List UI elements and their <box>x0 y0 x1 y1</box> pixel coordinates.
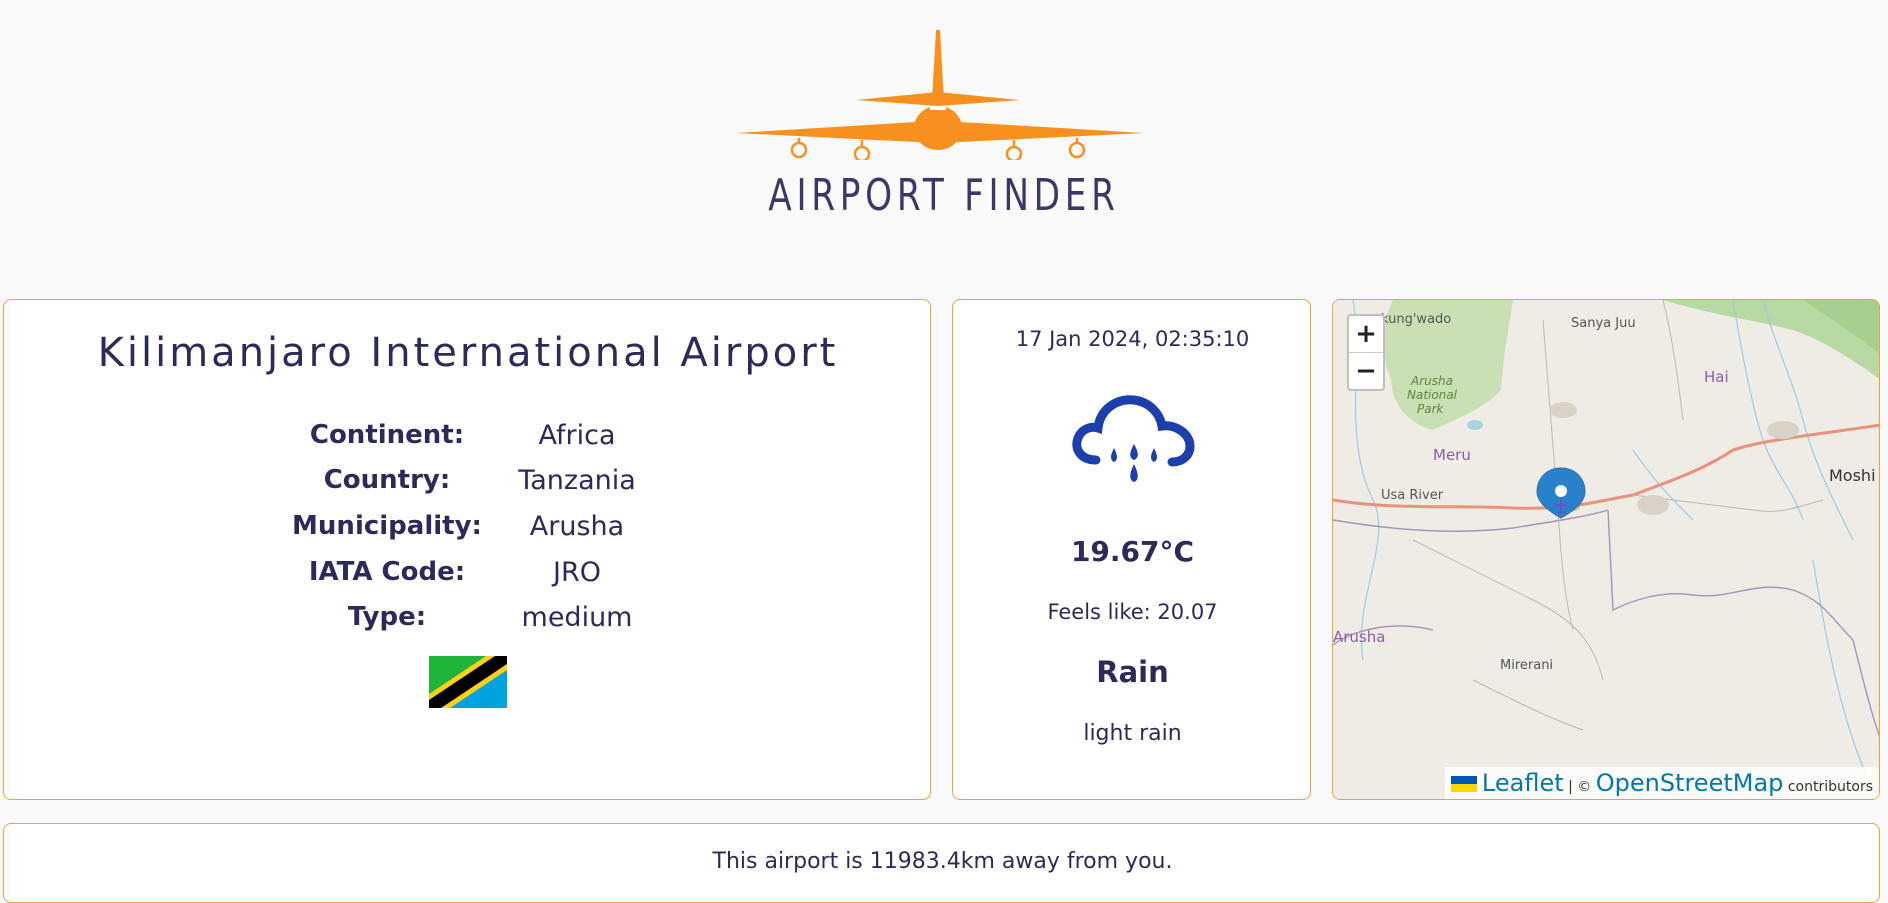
weather-temperature: 19.67°C <box>1070 535 1195 568</box>
map-card[interactable]: kung'wado Sanya Juu Arusha National Park… <box>1332 299 1880 800</box>
map-label-meru: Meru <box>1433 446 1471 464</box>
rain-cloud-icon <box>1072 395 1195 482</box>
distance-card: This airport is 11983.4km away from you. <box>3 823 1880 903</box>
weather-condition: Rain <box>1096 655 1169 689</box>
weather-card: 17 Jan 2024, 02:35:10 19.67°C Feels like… <box>952 299 1311 800</box>
ukraine-flag-icon <box>1451 776 1478 792</box>
iata-value: JRO <box>553 557 601 588</box>
leaflet-link[interactable]: Leaflet <box>1482 769 1564 797</box>
info-row-continent: Continent: Africa <box>4 420 932 460</box>
weather-feels-like: Feels like: 20.07 <box>1047 600 1218 624</box>
map-label-usa-river: Usa River <box>1381 488 1444 503</box>
tanzania-flag-icon <box>429 656 507 708</box>
logo-title: AIRPORT FINDER <box>768 170 1120 221</box>
continent-value: Africa <box>538 420 616 451</box>
distance-text: This airport is 11983.4km away from you. <box>712 849 1173 874</box>
zoom-control: + − <box>1347 314 1385 391</box>
map-label-national: National <box>1407 388 1458 402</box>
map-attribution: Leaflet | © OpenStreetMap contributors <box>1445 767 1879 799</box>
country-value: Tanzania <box>518 465 636 496</box>
map-label-kungwado: kung'wado <box>1381 312 1452 327</box>
map-label-hai: Hai <box>1704 368 1729 386</box>
municipality-value: Arusha <box>529 511 625 542</box>
map-label-mirerani: Mirerani <box>1500 658 1554 673</box>
map-label-moshi: Moshi <box>1829 466 1876 485</box>
weather-description: light rain <box>1083 721 1182 746</box>
osm-link[interactable]: OpenStreetMap <box>1596 769 1784 797</box>
type-value: medium <box>521 602 633 633</box>
info-row-municipality: Municipality: Arusha <box>4 511 932 551</box>
info-row-country: Country: Tanzania <box>4 465 932 505</box>
weather-datetime: 17 Jan 2024, 02:35:10 <box>1015 327 1250 351</box>
info-row-type: Type: medium <box>4 602 932 642</box>
zoom-in-button[interactable]: + <box>1349 316 1383 352</box>
map-label-arusha-np: Arusha <box>1411 374 1453 388</box>
map-label-arusha: Arusha <box>1333 628 1386 646</box>
map-label-park: Park <box>1417 402 1444 416</box>
attribution-contributors: contributors <box>1787 779 1873 795</box>
map-label-sanya-juu: Sanya Juu <box>1571 316 1636 331</box>
zoom-out-button[interactable]: − <box>1349 352 1383 389</box>
info-row-iata: IATA Code: JRO <box>4 557 932 597</box>
airport-info-card: Kilimanjaro International Airport Contin… <box>3 299 931 800</box>
header: AIRPORT FINDER <box>0 0 1888 260</box>
airport-name: Kilimanjaro International Airport <box>97 330 839 376</box>
airplane-logo-icon <box>736 30 1144 160</box>
attribution-separator: | © <box>1568 779 1592 795</box>
